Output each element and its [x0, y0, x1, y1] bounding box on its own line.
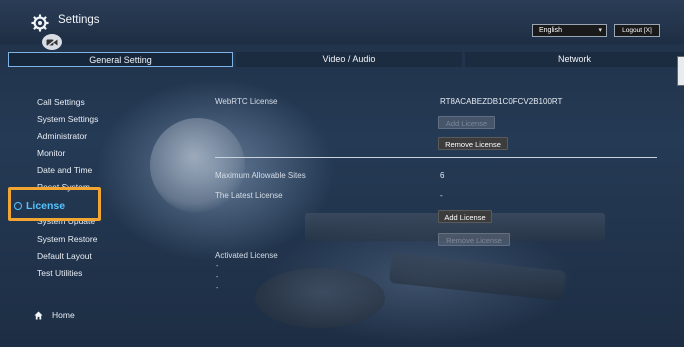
speakerphone-background-image	[255, 268, 385, 328]
chevron-down-icon: ▾	[598, 27, 602, 34]
tab-general-setting[interactable]: General Setting	[8, 52, 233, 67]
max-sites-value: 6	[440, 171, 445, 180]
latest-license-value: -	[440, 191, 443, 200]
latest-license-label: The Latest License	[215, 191, 283, 200]
sidebar-item-default-layout[interactable]: Default Layout	[37, 251, 92, 261]
add-license-button-2[interactable]: Add License	[438, 210, 492, 223]
tab-network[interactable]: Network	[465, 52, 684, 67]
sidebar-item-license[interactable]: License	[14, 200, 65, 212]
activated-license-label: Activated License	[215, 251, 278, 260]
sidebar-item-system-settings[interactable]: System Settings	[37, 114, 98, 124]
side-panel-toggle[interactable]	[677, 56, 684, 86]
webrtc-license-label: WebRTC License	[215, 97, 278, 106]
page-title: Settings	[58, 14, 100, 26]
sidebar-item-administrator[interactable]: Administrator	[37, 131, 87, 141]
gear-icon	[31, 14, 49, 32]
sidebar-item-test-utilities[interactable]: Test Utilities	[37, 268, 82, 278]
remove-license-button[interactable]: Remove License	[438, 137, 508, 150]
max-sites-label: Maximum Allowable Sites	[215, 171, 306, 180]
logout-button[interactable]: Logout [X]	[614, 24, 660, 37]
activated-license-value-2: -	[216, 274, 219, 281]
header-bar	[0, 0, 684, 44]
license-icon	[14, 202, 22, 210]
activated-license-value-1: -	[216, 263, 219, 270]
home-link[interactable]: Home	[52, 310, 75, 320]
add-license-button[interactable]: Add License	[438, 116, 495, 129]
language-select[interactable]: English ▾	[532, 24, 607, 37]
sidebar-item-system-restore[interactable]: System Restore	[37, 234, 97, 244]
sidebar-item-call-settings[interactable]: Call Settings	[37, 97, 85, 107]
settings-window: Settings English ▾ Logout [X] General Se…	[0, 0, 684, 347]
home-icon[interactable]	[34, 311, 43, 320]
webrtc-license-value: RT8ACABEZDB1C0FCV2B100RT	[440, 97, 563, 106]
sidebar-item-license-label: License	[26, 200, 66, 212]
section-divider	[215, 157, 657, 158]
camera-mute-icon[interactable]	[42, 34, 62, 50]
remote-background-image	[388, 252, 567, 302]
tab-video-audio[interactable]: Video / Audio	[236, 52, 462, 67]
sidebar-item-date-and-time[interactable]: Date and Time	[37, 165, 92, 175]
language-select-value: English	[539, 27, 562, 34]
remove-license-button-2[interactable]: Remove License	[438, 233, 510, 246]
activated-license-value-3: -	[216, 285, 219, 292]
sidebar-item-monitor[interactable]: Monitor	[37, 148, 65, 158]
